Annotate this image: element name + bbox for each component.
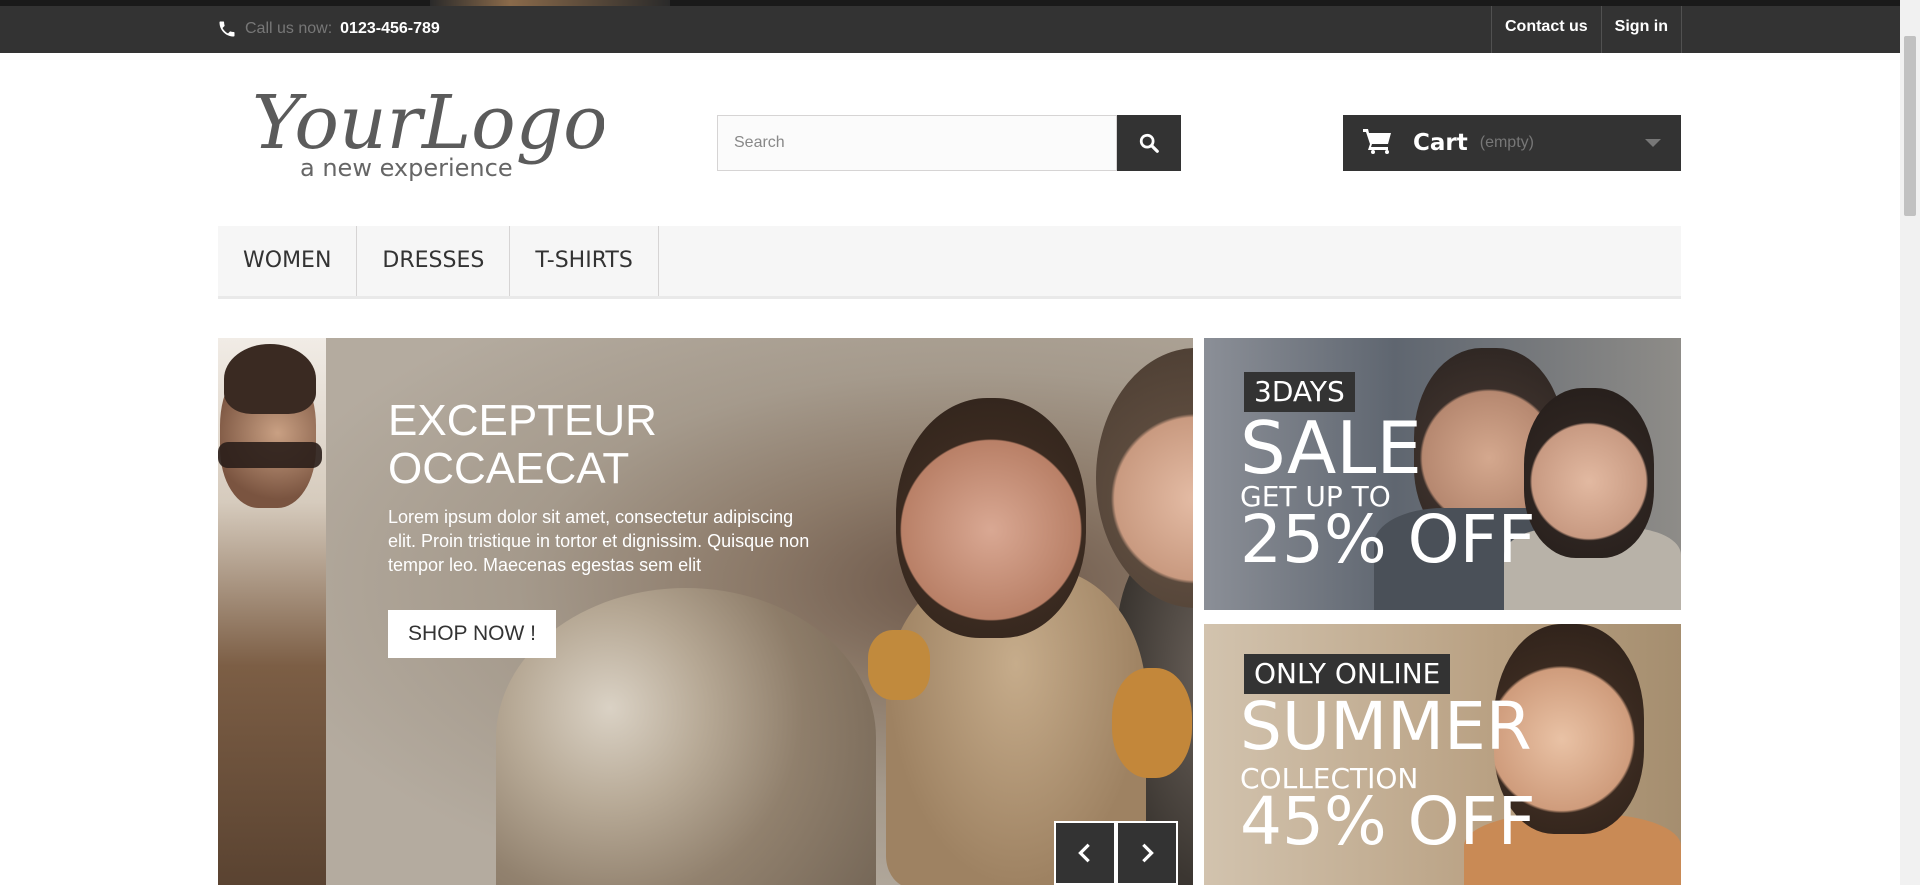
scrollbar-thumb[interactable]	[1904, 36, 1916, 216]
chevron-right-icon	[1142, 843, 1154, 863]
menu-item-dresses[interactable]: DRESSES	[357, 226, 511, 296]
search-input[interactable]	[717, 115, 1117, 171]
search-bar	[717, 115, 1181, 171]
logo-tagline: a new experience	[300, 154, 513, 182]
cart-status: (empty)	[1479, 134, 1534, 151]
banner-discount: 45% OFF	[1240, 783, 1536, 860]
banner-discount: 25% OFF	[1240, 501, 1536, 578]
phone-prefix: Call us now:	[245, 20, 333, 37]
top-nav-bar: Call us now: 0123-456-789 Contact us Sig…	[0, 6, 1900, 53]
cart-button[interactable]: Cart (empty)	[1343, 115, 1681, 171]
slide-caption: EXCEPTEUR OCCAECAT Lorem ipsum dolor sit…	[388, 397, 818, 577]
contact-us-link[interactable]: Contact us	[1492, 6, 1602, 53]
cart-label: Cart	[1413, 130, 1468, 156]
banner-headline: SALE	[1240, 406, 1422, 490]
page: Call us now: 0123-456-789 Contact us Sig…	[0, 0, 1920, 885]
slide-title-line1: EXCEPTEUR	[388, 396, 657, 445]
phone-icon	[219, 21, 235, 37]
banner-model	[1524, 388, 1654, 558]
menu-item-tshirts[interactable]: T-SHIRTS	[510, 226, 659, 296]
search-button[interactable]	[1117, 115, 1181, 171]
cart-icon	[1363, 128, 1393, 159]
phone-number: 0123-456-789	[340, 20, 440, 37]
slide-text: Lorem ipsum dolor sit amet, consectetur …	[388, 507, 810, 575]
menu-item-women[interactable]: WOMEN	[218, 226, 358, 296]
chevron-down-icon	[1645, 139, 1661, 147]
search-icon	[1139, 133, 1159, 153]
banner-headline: SUMMER	[1240, 688, 1532, 765]
chevron-left-icon	[1078, 843, 1090, 863]
slider-prev-button[interactable]	[1054, 821, 1116, 885]
top-links: Contact us Sign in	[1491, 6, 1682, 53]
sale-banner[interactable]: 3DAYS SALE GET UP TO 25% OFF	[1204, 338, 1681, 610]
main-menu: WOMEN DRESSES T-SHIRTS	[218, 226, 1681, 299]
sign-in-link[interactable]: Sign in	[1602, 6, 1682, 53]
previous-slide-preview	[218, 338, 326, 885]
slide-title-line2: OCCAECAT	[388, 444, 630, 493]
shop-now-button[interactable]: SHOP NOW !	[388, 610, 556, 658]
summer-collection-banner[interactable]: ONLY ONLINE SUMMER COLLECTION 45% OFF	[1204, 624, 1681, 885]
logo[interactable]: YourLogo a new experience	[244, 80, 608, 185]
slider-next-button[interactable]	[1116, 821, 1178, 885]
phone-info: Call us now: 0123-456-789	[217, 19, 440, 39]
vertical-scrollbar[interactable]	[1900, 0, 1920, 885]
